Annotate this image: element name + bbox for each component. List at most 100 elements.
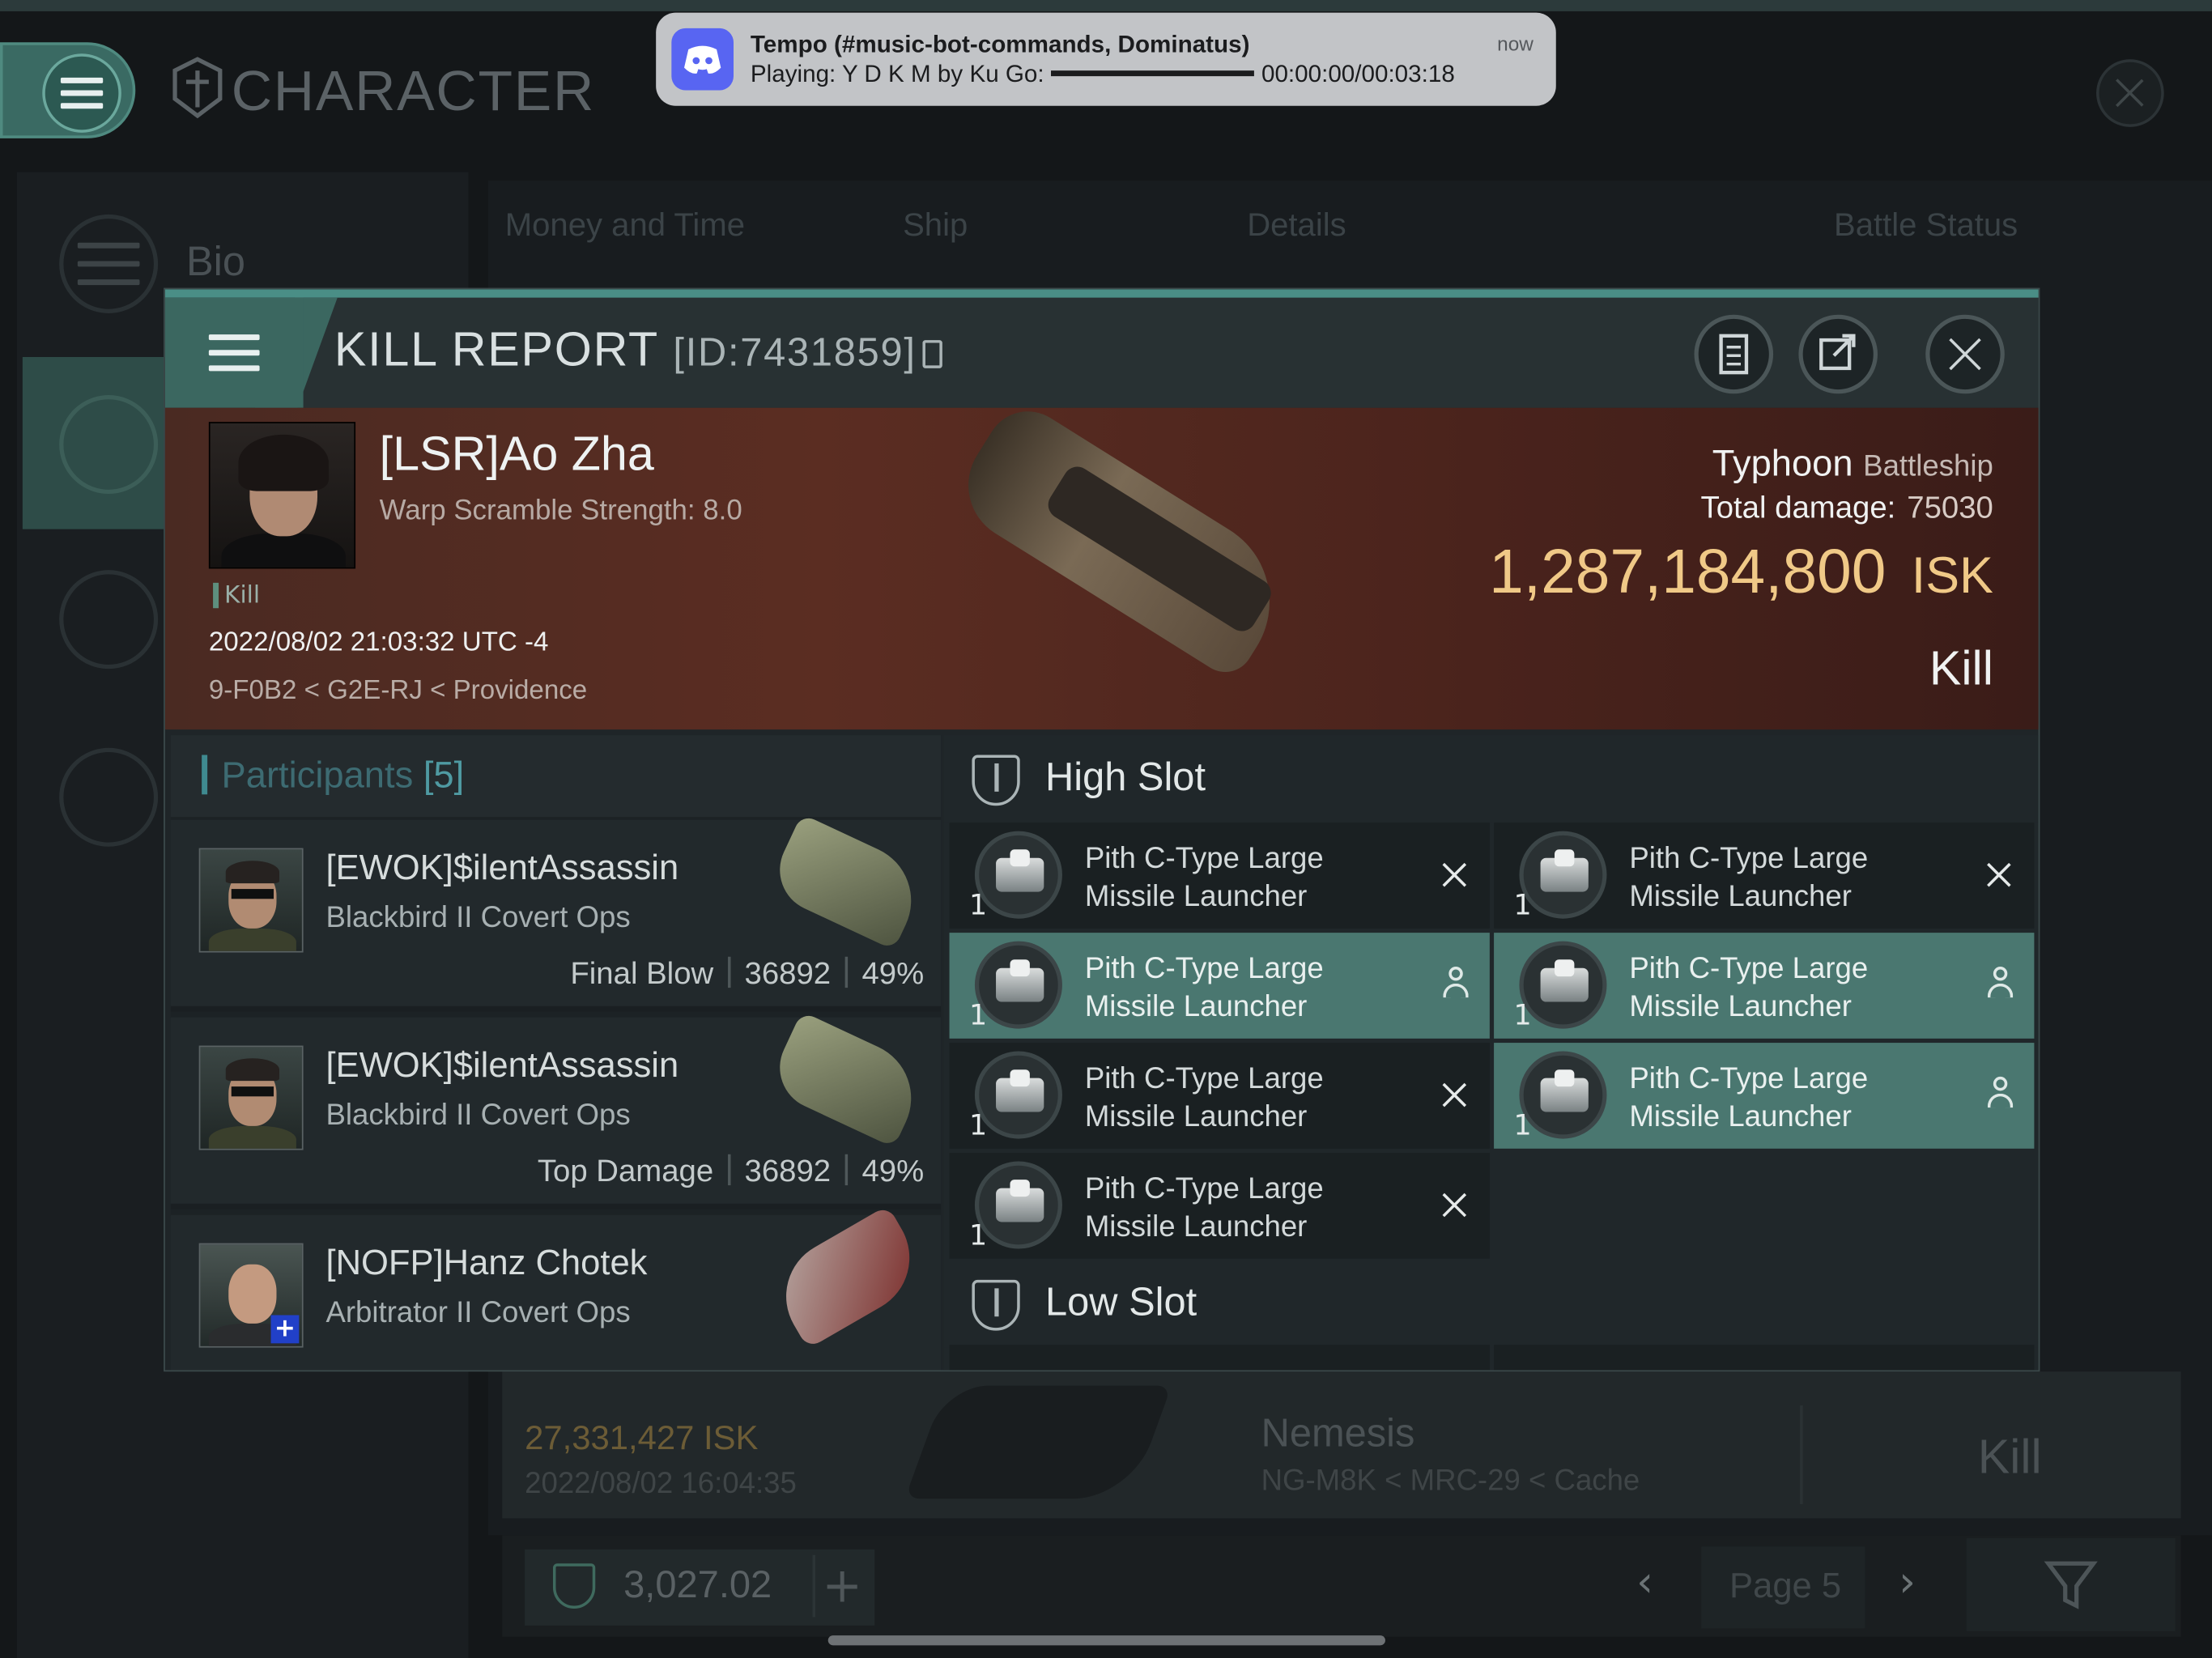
close-modal-button[interactable] — [1925, 314, 2005, 394]
share-button[interactable] — [1798, 314, 1878, 394]
modal-title-text: KILL REPORT — [334, 323, 660, 377]
fitting-panel: High Slot 1 Pith C-Type Large Missile Lau… — [943, 735, 2039, 1371]
module-item[interactable]: 1 Pith C-Type Large Missile Launcher — [1494, 1043, 2035, 1149]
tab-ship[interactable]: Ship — [903, 206, 968, 244]
total-damage-value: 75030 — [1907, 489, 1993, 525]
missile-launcher-icon — [974, 1051, 1062, 1139]
playing-text: Playing: Y D K M by Ku Go: — [750, 60, 1044, 88]
dropped-person-icon — [1442, 966, 1470, 1001]
module-name: Pith C-Type Large Missile Launcher — [1085, 950, 1324, 1026]
participant-ship: Arbitrator II Covert Ops — [325, 1296, 631, 1329]
filter-button[interactable] — [1966, 1537, 2176, 1631]
row-date: 2022/08/02 16:04:35 — [525, 1467, 797, 1500]
module-name: Pith C-Type Large Missile Launcher — [1629, 950, 1868, 1026]
module-item[interactable]: 1 Pith C-Type Large Missile Launcher — [1494, 933, 2035, 1039]
row-location: NG-M8K < MRC-29 < Cache — [1261, 1465, 1640, 1498]
missile-launcher-icon — [974, 831, 1062, 919]
chevron-right-icon[interactable]: › — [1899, 1558, 1916, 1607]
page-label: Page 5 — [1729, 1566, 1842, 1606]
total-damage: Total damage: 75030 — [1701, 490, 1993, 526]
module-name-line1: Pith C-Type Large — [1084, 1172, 1324, 1205]
modal-accent — [164, 289, 2039, 298]
module-quantity: 1 — [1513, 887, 1532, 922]
missile-launcher-icon — [1519, 831, 1607, 919]
chevron-left-icon[interactable]: ‹ — [1636, 1558, 1653, 1607]
clipboard-button[interactable] — [1694, 314, 1774, 394]
low-slot-icon — [972, 1279, 1020, 1331]
module-quantity: 1 — [968, 997, 988, 1032]
participant-ship: Blackbird II Covert Ops — [325, 1099, 631, 1132]
discord-notification[interactable]: Tempo (#music-bot-commands, Dominatus) P… — [656, 12, 1556, 106]
hamburger-icon — [208, 334, 260, 372]
victim-name[interactable]: [LSR]Ao Zha — [380, 427, 654, 483]
high-slot-icon — [972, 755, 1020, 806]
star-icon[interactable] — [59, 570, 159, 670]
star-circle-icon[interactable] — [59, 747, 159, 847]
missile-launcher-icon — [1519, 941, 1607, 1029]
participant-damage: 36892 — [744, 1153, 832, 1188]
crossed-swords-icon[interactable] — [59, 395, 159, 495]
participant-ship: Blackbird II Covert Ops — [325, 901, 631, 934]
module-item[interactable]: 1 Pith C-Type Large Missile Launcher — [949, 933, 1490, 1039]
participant-row[interactable]: [EWOK]$ilentAssassin Blackbird II Covert… — [170, 814, 942, 1012]
participant-row[interactable]: + [NOFP]Hanz Chotek Arbitrator II Covert… — [170, 1205, 942, 1371]
modal-title: KILL REPORT [ID:7431859] — [334, 323, 942, 378]
dropped-person-icon — [1986, 1076, 2014, 1111]
participant-name: [EWOK]$ilentAssassin — [325, 848, 679, 888]
module-quantity: 1 — [968, 1218, 988, 1252]
participants-count: [5] — [423, 753, 465, 797]
victim-banner: [LSR]Ao Zha Warp Scramble Strength: 8.0 … — [164, 395, 2039, 730]
module-item[interactable]: 1 Pith C-Type Large Missile Launcher — [949, 823, 1490, 929]
ship-image — [904, 1385, 1172, 1499]
sidebar-item-bio[interactable] — [59, 214, 159, 313]
isk-value: 1,287,184,800 ISK — [1489, 538, 1993, 608]
module-item[interactable] — [1494, 1345, 2035, 1371]
module-item[interactable]: 1 Pith C-Type Large Missile Launcher — [949, 1153, 1490, 1259]
page-title: CHARACTER — [169, 57, 595, 125]
module-name-line1: Pith C-Type Large — [1629, 952, 1869, 985]
notification-age: now — [1497, 32, 1534, 55]
isk-unit: ISK — [1911, 546, 1993, 605]
main-menu-button[interactable] — [0, 42, 136, 138]
victim-portrait[interactable] — [208, 422, 356, 569]
module-quantity: 1 — [968, 1107, 988, 1142]
module-item[interactable]: 1 Pith C-Type Large Missile Launcher — [949, 1043, 1490, 1149]
kill-id: [ID:7431859] — [673, 329, 917, 374]
participant-percent: 49% — [861, 1153, 925, 1188]
hamburger-icon — [60, 77, 104, 109]
close-icon — [1944, 333, 1986, 375]
close-button[interactable] — [2096, 59, 2164, 127]
participant-name: [NOFP]Hanz Chotek — [325, 1243, 648, 1283]
tab-details[interactable]: Details — [1247, 206, 1346, 244]
plus-badge-icon: + — [270, 1315, 300, 1344]
tab-battle-status[interactable]: Battle Status — [1834, 206, 2018, 244]
participant-row[interactable]: [EWOK]$ilentAssassin Blackbird II Covert… — [170, 1011, 942, 1209]
module-name-line2: Missile Launcher — [1084, 990, 1308, 1023]
missile-launcher-icon — [974, 941, 1062, 1029]
isk-icon — [552, 1563, 596, 1609]
kill-location[interactable]: 9-F0B2 < G2E-RJ < Providence — [209, 676, 587, 707]
modal-menu-button[interactable] — [164, 297, 304, 408]
module-item[interactable]: 1 Pith C-Type Large Missile Launcher — [1494, 823, 2035, 929]
playback-time: 00:00:00/00:03:18 — [1261, 60, 1455, 88]
avatar — [198, 848, 304, 953]
module-name-line2: Missile Launcher — [1629, 990, 1852, 1023]
participant-ship-image — [766, 1011, 930, 1148]
high-slot-title: High Slot — [1045, 755, 1206, 799]
module-name-line2: Missile Launcher — [1629, 1100, 1852, 1133]
low-slot-header: Low Slot — [943, 1260, 2039, 1348]
destroyed-icon — [1984, 859, 2014, 890]
page-title-text: CHARACTER — [231, 60, 596, 123]
copy-icon[interactable] — [921, 340, 942, 368]
module-item[interactable] — [949, 1345, 1490, 1371]
participant-role: Final Blow — [570, 955, 714, 991]
participant-role: Top Damage — [537, 1153, 714, 1188]
add-funds-button[interactable]: + — [812, 1554, 870, 1618]
participant-stats: Final Blow 36892 49% — [570, 955, 924, 992]
participant-ship-image — [765, 1205, 930, 1350]
ship-name: Typhoon Battleship — [1712, 442, 1993, 486]
warp-scramble: Warp Scramble Strength: 8.0 — [379, 495, 742, 527]
tab-money-and-time[interactable]: Money and Time — [505, 206, 745, 244]
module-name-line1: Pith C-Type Large — [1084, 1062, 1324, 1095]
kill-report-modal: KILL REPORT [ID:7431859] [LSR]Ao Zha Warp… — [164, 287, 2040, 1372]
